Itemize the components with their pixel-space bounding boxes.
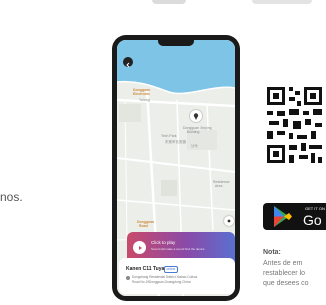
note-line: restablecer lo	[263, 270, 306, 277]
locate-button[interactable]	[224, 216, 234, 226]
device-address-line1: Dongchang Residential District Xiabao Cu…	[132, 275, 198, 279]
play-button[interactable]	[133, 241, 146, 254]
google-play-big-text: Go	[303, 212, 322, 228]
left-body-text: nos.	[0, 190, 23, 204]
note-line: Antes de em	[263, 260, 303, 267]
phone-screen: Dongguan Electronic Yulong Dongguan Xiny…	[117, 40, 235, 296]
device-name: Kanen C11 Tuya	[126, 266, 165, 272]
google-play-icon	[274, 206, 292, 227]
device-location-pin[interactable]	[189, 109, 203, 123]
play-title: Click to play	[151, 240, 176, 245]
device-info-card: Kanen C11 Tuya online Dongchang Resident…	[119, 258, 235, 294]
top-left-cropped-element	[152, 0, 186, 4]
back-arrow-icon	[126, 62, 130, 68]
map-label: Electronic	[133, 92, 150, 96]
crosshair-icon	[227, 219, 231, 223]
map-label: Tech Park	[161, 134, 177, 138]
qr-code	[263, 81, 326, 169]
phone-mockup: Dongguan Electronic Yulong Dongguan Xiny…	[112, 35, 240, 301]
device-address-line2: Road No.19Dongguan,Guangdong China	[132, 279, 191, 284]
back-button[interactable]	[123, 57, 133, 68]
google-play-badge[interactable]: GET IT ON Go	[263, 203, 326, 230]
top-right-cropped-element	[252, 0, 312, 4]
map-label: Road	[139, 224, 148, 228]
play-subtitle: Sound will make a sound find the device	[151, 247, 205, 251]
phone-notch	[158, 40, 194, 46]
google-play-small-text: GET IT ON	[305, 206, 325, 211]
map-label: 沙头	[191, 144, 198, 148]
map-label: Area	[215, 184, 223, 188]
map-pin-icon	[193, 113, 199, 120]
map-label: Yulong	[139, 98, 150, 102]
status-badge: online	[164, 266, 178, 273]
note-title: Nota:	[263, 249, 281, 256]
note-line: que desees co	[263, 280, 309, 287]
map-label: 东莞市长安镇	[165, 140, 186, 144]
play-icon	[138, 245, 142, 250]
map-label: Building	[187, 130, 200, 134]
location-icon	[126, 276, 130, 280]
